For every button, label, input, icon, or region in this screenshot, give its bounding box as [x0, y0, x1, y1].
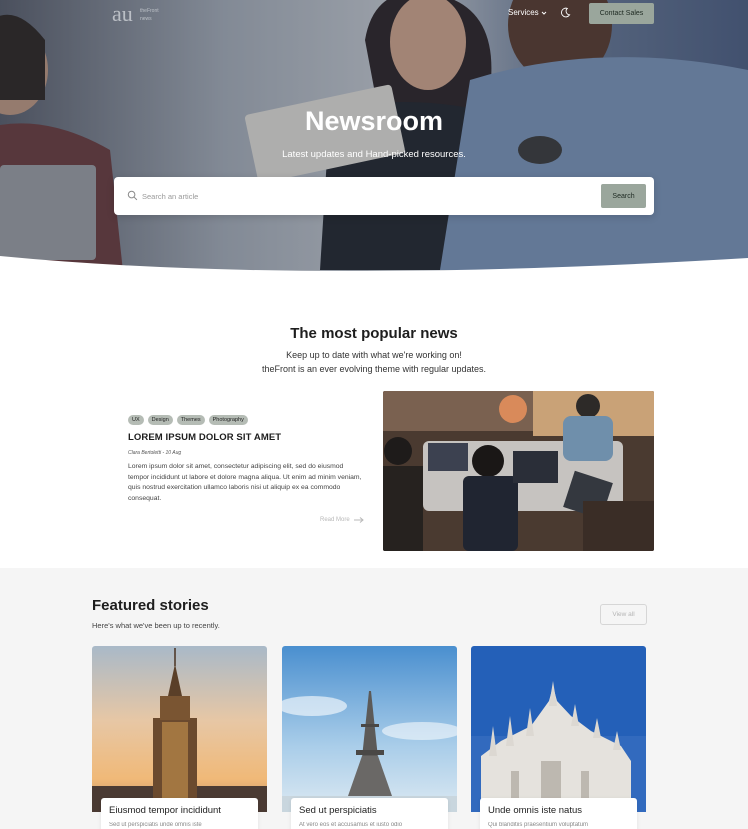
read-more-label: Read More	[320, 517, 350, 523]
card-text: Qui blanditiis praesentium voluptatum	[488, 822, 589, 828]
featured-title: Featured stories	[92, 597, 209, 614]
card-image	[282, 646, 457, 812]
article-tags: UX Design Themes Photography	[128, 415, 248, 425]
logo-icon[interactable]: au theFront news	[112, 2, 174, 26]
article-title[interactable]: LOREM IPSUM DOLOR SIT AMET	[128, 432, 281, 443]
article-body: Lorem ipsum dolor sit amet, consectetur …	[128, 463, 362, 502]
featured-subtitle: Here's what we've been up to recently.	[92, 621, 220, 630]
nav-services-label: Services	[508, 8, 539, 17]
hero-subtitle: Latest updates and Hand-picked resources…	[282, 149, 466, 160]
read-more-link[interactable]: Read More	[320, 517, 364, 523]
hero-section: au theFront news Services Contact Sales …	[0, 0, 748, 290]
article-meta: Clara Bertoletti - 10 Aug	[128, 450, 182, 456]
popular-subtitle-line2: theFront is an ever evolving theme with …	[261, 364, 487, 374]
tag[interactable]: Photography	[208, 415, 248, 425]
search-icon	[127, 190, 138, 201]
page: au theFront news Services Contact Sales …	[0, 0, 748, 829]
popular-title: The most popular news	[290, 325, 458, 342]
hero-curve	[0, 256, 748, 290]
tag[interactable]: Themes	[176, 415, 205, 425]
chevron-down-icon	[541, 11, 547, 15]
card-text: Sed ut perspiciatis unde omnis iste	[109, 822, 202, 828]
search-button[interactable]: Search	[601, 184, 646, 208]
card-title[interactable]: Eiusmod tempor incididunt	[109, 805, 221, 816]
view-all-button[interactable]: View all	[600, 604, 647, 625]
hero-title: Newsroom	[304, 106, 444, 136]
svg-text:news: news	[140, 16, 152, 22]
card-text: At vero eos et accusamus et iusto odio	[299, 822, 403, 828]
search-input[interactable]	[142, 187, 582, 205]
svg-text:theFront: theFront	[140, 8, 159, 14]
card-caption: Eiusmod tempor incididunt Sed ut perspic…	[101, 798, 258, 829]
card-image	[471, 646, 646, 812]
featured-card[interactable]: Sed ut perspiciatis At vero eos et accus…	[282, 646, 457, 829]
arrow-right-icon	[353, 517, 364, 523]
article-image	[383, 391, 654, 551]
contact-sales-button[interactable]: Contact Sales	[589, 3, 654, 24]
svg-text:au: au	[112, 2, 133, 26]
card-image	[92, 646, 267, 812]
featured-card[interactable]: Eiusmod tempor incididunt Sed ut perspic…	[92, 646, 267, 829]
card-title[interactable]: Sed ut perspiciatis	[299, 805, 377, 816]
featured-card[interactable]: Unde omnis iste natus Qui blanditiis pra…	[471, 646, 646, 829]
card-title[interactable]: Unde omnis iste natus	[488, 805, 582, 816]
nav-services-menu[interactable]: Services	[508, 8, 547, 17]
popular-subtitle-line1: Keep up to date with what we're working …	[286, 350, 462, 360]
moon-icon[interactable]	[560, 7, 571, 18]
tag[interactable]: UX	[128, 415, 144, 425]
card-caption: Sed ut perspiciatis At vero eos et accus…	[291, 798, 448, 829]
tag[interactable]: Design	[147, 415, 173, 425]
card-caption: Unde omnis iste natus Qui blanditiis pra…	[480, 798, 637, 829]
search-bar: Search	[114, 177, 654, 215]
